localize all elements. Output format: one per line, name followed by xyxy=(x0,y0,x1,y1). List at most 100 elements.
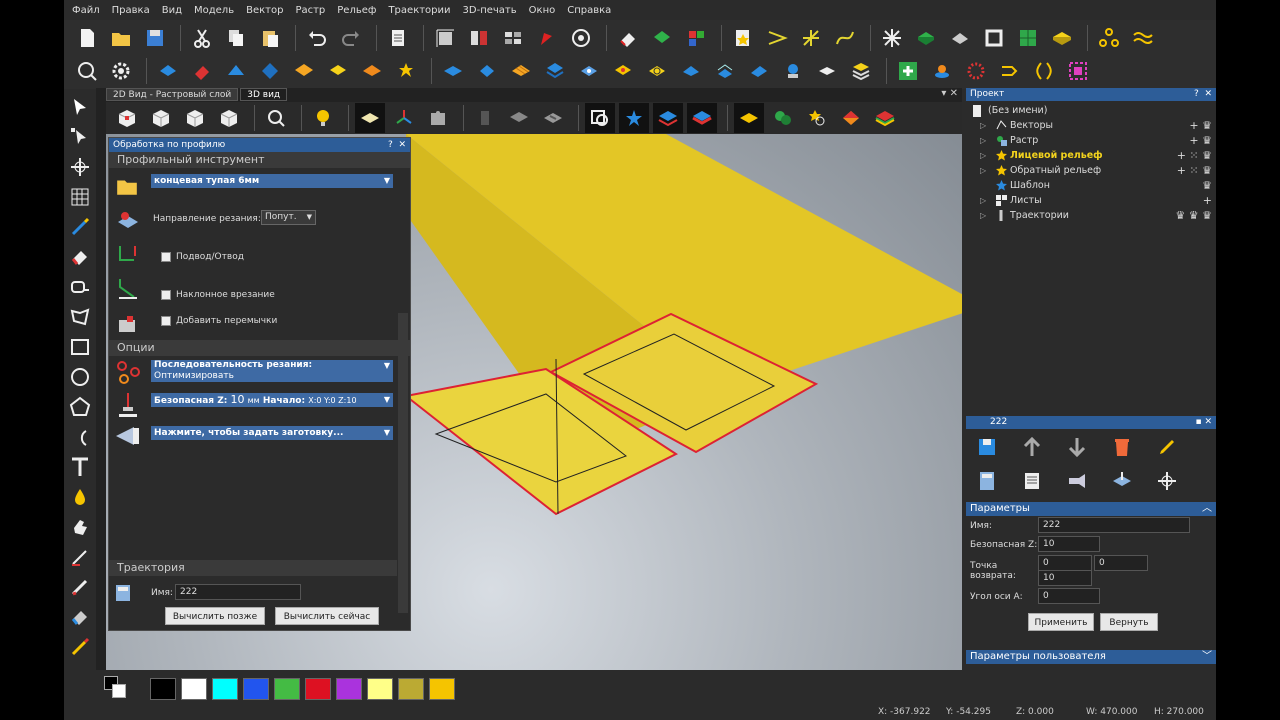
tree-item-back-relief[interactable]: ▷ Обратный рельеф + ⁙ ♛ xyxy=(966,163,1216,178)
color-swatch[interactable] xyxy=(429,678,455,700)
node-edit-tool[interactable] xyxy=(64,122,96,152)
apply-button[interactable]: Применить xyxy=(1028,613,1094,631)
star-relief-button[interactable] xyxy=(391,56,421,86)
color-swatch[interactable] xyxy=(398,678,424,700)
simulate-button[interactable] xyxy=(1062,466,1092,496)
light-button[interactable] xyxy=(308,103,338,133)
tree-item-vectors[interactable]: ▷ Векторы + ♛ xyxy=(966,118,1216,133)
expand-arrow-icon[interactable]: ▷ xyxy=(980,133,986,148)
visibility-icon[interactable]: ♛ ♛ ♛ xyxy=(1175,208,1212,223)
paste-button[interactable] xyxy=(255,23,285,53)
eraser-red-button[interactable] xyxy=(187,56,217,86)
relief-blue-3[interactable] xyxy=(255,56,285,86)
bridges-checkbox[interactable] xyxy=(161,316,171,326)
expand-icon[interactable]: ﹀ xyxy=(1202,650,1212,664)
yellow-diamond-button[interactable] xyxy=(323,56,353,86)
move-up-button[interactable] xyxy=(1017,432,1047,462)
menu-vector[interactable]: Вектор xyxy=(246,5,283,16)
blue-tool-4[interactable] xyxy=(574,56,604,86)
fill-tool[interactable] xyxy=(64,242,96,272)
layers-button[interactable] xyxy=(464,23,494,53)
save-toolpath-button[interactable] xyxy=(972,432,1002,462)
color-swatch[interactable] xyxy=(336,678,362,700)
tool-folder-icon[interactable] xyxy=(115,174,139,198)
sequence-select[interactable]: Последовательность резания: Оптимизирова… xyxy=(151,360,393,382)
blue-tool-7[interactable] xyxy=(744,56,774,86)
dial-button[interactable] xyxy=(566,23,596,53)
add-icon[interactable]: + xyxy=(1203,193,1212,208)
panel-scrollbar[interactable] xyxy=(398,313,408,613)
calculate-now-button[interactable]: Вычислить сейчас xyxy=(275,607,379,625)
param-return-z-input[interactable]: 10 xyxy=(1038,570,1092,586)
drop-tool[interactable] xyxy=(64,482,96,512)
transform-tool[interactable] xyxy=(64,152,96,182)
orange-diamond-button[interactable] xyxy=(836,103,866,133)
param-safe-z-input[interactable]: 10 xyxy=(1038,536,1100,552)
tree-item-sheets[interactable]: ▷ Листы + xyxy=(966,193,1216,208)
cut-button[interactable] xyxy=(187,23,217,53)
orange-relief-button[interactable] xyxy=(357,56,387,86)
toolpath-name-input[interactable]: 222 xyxy=(175,584,301,600)
rectangle-tool[interactable] xyxy=(64,332,96,362)
color-swatch[interactable] xyxy=(181,678,207,700)
calculator-button[interactable] xyxy=(972,466,1002,496)
add-icon[interactable]: + ♛ xyxy=(1189,118,1212,133)
expand-arrow-icon[interactable]: ▷ xyxy=(980,118,986,133)
project-close-icon[interactable]: ✕ xyxy=(1204,89,1212,99)
color-swatch[interactable] xyxy=(150,678,176,700)
notes-button[interactable] xyxy=(383,23,413,53)
grid-green-button[interactable] xyxy=(1013,23,1043,53)
brush-tool[interactable] xyxy=(64,212,96,242)
notes-toolpath-button[interactable] xyxy=(1017,466,1047,496)
grid-button[interactable] xyxy=(498,23,528,53)
show-relief-button[interactable] xyxy=(355,103,385,133)
text-tool[interactable] xyxy=(64,452,96,482)
bracket-button[interactable] xyxy=(1029,56,1059,86)
view-cube-top[interactable] xyxy=(146,103,176,133)
new-file-button[interactable] xyxy=(72,23,102,53)
green-relief-button[interactable] xyxy=(647,23,677,53)
save-button[interactable] xyxy=(140,23,170,53)
toolpath-props-controls[interactable]: ▪ ✕ xyxy=(1195,416,1212,429)
close-icon[interactable]: ✕ xyxy=(398,140,406,150)
layers-red-button[interactable] xyxy=(687,103,717,133)
erase-tool[interactable] xyxy=(64,602,96,632)
star-blue-button[interactable] xyxy=(619,103,649,133)
material-dark-button[interactable] xyxy=(470,103,500,133)
sculpt-tool[interactable] xyxy=(64,542,96,572)
material-setup-select[interactable]: Нажмите, чтобы задать заготовку... ▼ xyxy=(151,426,393,440)
red-ring-button[interactable] xyxy=(961,56,991,86)
blue-tool-1[interactable] xyxy=(438,56,468,86)
puzzle-button[interactable] xyxy=(423,103,453,133)
expand-arrow-icon[interactable]: ▷ xyxy=(980,163,986,178)
menu-relief[interactable]: Рельеф xyxy=(337,5,376,16)
menu-window[interactable]: Окно xyxy=(529,5,556,16)
menu-model[interactable]: Модель xyxy=(194,5,234,16)
magenta-select-button[interactable] xyxy=(1063,56,1093,86)
transform-toolpath-button[interactable] xyxy=(1152,466,1182,496)
redo-button[interactable] xyxy=(336,23,366,53)
move-down-button[interactable] xyxy=(1062,432,1092,462)
blue-tool-6[interactable] xyxy=(710,56,740,86)
user-params-header[interactable]: Параметры пользователя ﹀ xyxy=(966,650,1216,664)
white-plate-button[interactable] xyxy=(812,56,842,86)
yellow-surface-button[interactable] xyxy=(734,103,764,133)
tree-item-front-relief[interactable]: ▷ Лицевой рельеф + ⁙ ♛ xyxy=(966,148,1216,163)
view-cube-right[interactable] xyxy=(214,103,244,133)
add-green-button[interactable] xyxy=(893,56,923,86)
color-swatch[interactable] xyxy=(274,678,300,700)
yellow-tool-2[interactable] xyxy=(642,56,672,86)
fg-bg-color-swatch[interactable] xyxy=(104,676,126,700)
eraser-button[interactable] xyxy=(613,23,643,53)
view-cube-left[interactable] xyxy=(180,103,210,133)
polygon-tool[interactable] xyxy=(64,392,96,422)
visibility-icon[interactable]: ♛ xyxy=(1202,178,1212,193)
menu-help[interactable]: Справка xyxy=(567,5,611,16)
pen-tool-button[interactable] xyxy=(532,23,562,53)
blue-tool-2[interactable] xyxy=(472,56,502,86)
lead-in-checkbox[interactable] xyxy=(161,252,171,262)
expand-arrow-icon[interactable]: ▷ xyxy=(980,208,986,223)
frame-button[interactable] xyxy=(979,23,1009,53)
view-close-icon[interactable]: ▾ ✕ xyxy=(941,88,958,99)
revert-button[interactable]: Вернуть xyxy=(1100,613,1158,631)
